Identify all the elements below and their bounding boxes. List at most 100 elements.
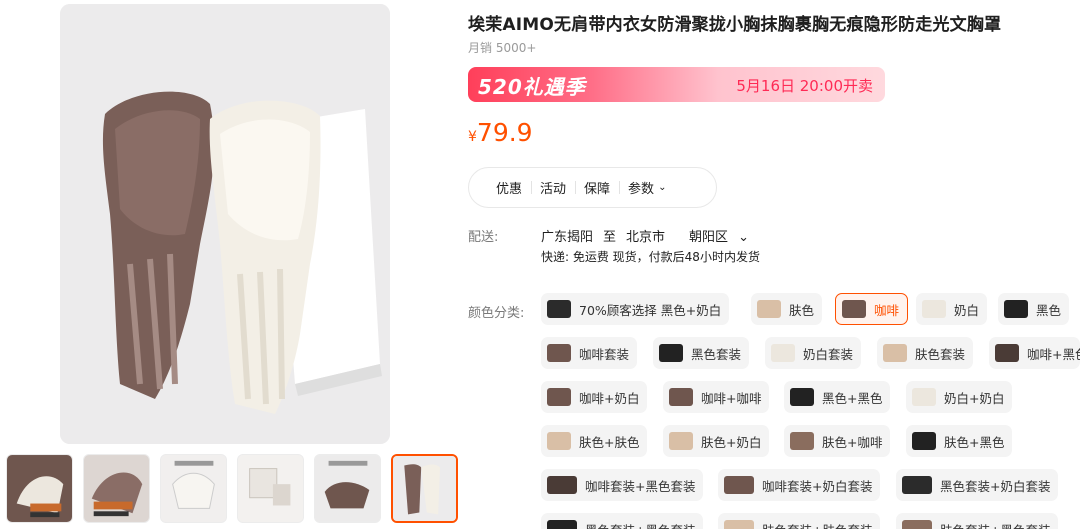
swatch-icon bbox=[912, 432, 936, 450]
ship-city: 北京市 bbox=[626, 230, 666, 245]
tab-label: 优惠 bbox=[496, 182, 523, 197]
color-option[interactable]: 奶白+奶白 bbox=[906, 381, 1013, 413]
monthly-sales: 月销 5000+ bbox=[468, 41, 537, 55]
swatch-icon bbox=[547, 300, 571, 318]
tab-label: 参数 bbox=[628, 182, 655, 197]
color-option[interactable]: 70%顾客选择 黑色+奶白 bbox=[541, 293, 730, 325]
tab-label: 保障 bbox=[584, 182, 611, 197]
option-label: 肤色套装+黑色套装 bbox=[940, 520, 1050, 529]
swatch-icon bbox=[547, 344, 571, 362]
option-label: 咖啡+黑色 bbox=[1027, 346, 1080, 362]
option-label: 咖啡套装 bbox=[579, 346, 630, 362]
swatch-icon bbox=[902, 520, 932, 529]
ship-to-word: 至 bbox=[603, 230, 617, 245]
product-info-panel: 埃茉AIMO无肩带内衣女防滑聚拢小胸抹胸裹胸无痕隐形防走光文胸罩 月销 5000… bbox=[468, 0, 1080, 529]
price: ¥79.9 bbox=[468, 118, 533, 147]
swatch-icon bbox=[922, 300, 946, 318]
option-label: 奶白 bbox=[954, 302, 980, 318]
thumbnail-strip bbox=[6, 454, 458, 524]
price-value: 79.9 bbox=[476, 118, 533, 147]
gallery-side-strip bbox=[0, 0, 56, 450]
swatch-icon bbox=[902, 476, 932, 494]
option-label: 咖啡套装+奶白套装 bbox=[762, 478, 873, 494]
swatch-icon bbox=[547, 432, 571, 450]
color-option[interactable]: 奶白套装 bbox=[765, 337, 862, 369]
color-option[interactable]: 黑色+黑色 bbox=[784, 381, 891, 413]
product-photo bbox=[60, 4, 390, 444]
color-label: 颜色分类: bbox=[468, 306, 525, 321]
promo-banner[interactable]: 520礼遇季 5月16日 20:00开卖 bbox=[468, 67, 885, 102]
thumbnail-6[interactable] bbox=[391, 454, 458, 523]
option-label: 肤色套装+肤色套装 bbox=[762, 520, 872, 529]
swatch-icon bbox=[912, 388, 936, 406]
color-option[interactable]: 咖啡+黑色 bbox=[989, 337, 1080, 369]
option-label: 黑色套装+黑色套装 bbox=[585, 520, 695, 529]
shipping-label: 配送: bbox=[468, 230, 499, 245]
color-option[interactable]: 肤色+肤色 bbox=[541, 425, 648, 457]
tab-params[interactable]: 参数 ⌄ bbox=[619, 178, 675, 197]
option-label: 肤色+黑色 bbox=[944, 434, 1005, 450]
swatch-icon bbox=[724, 520, 754, 529]
color-option[interactable]: 咖啡+咖啡 bbox=[663, 381, 770, 413]
option-label: 肤色套装 bbox=[915, 346, 966, 362]
chevron-down-icon: ⌄ bbox=[738, 230, 749, 245]
color-option[interactable]: 咖啡+奶白 bbox=[541, 381, 648, 413]
color-option[interactable]: 咖啡套装+黑色套装 bbox=[541, 469, 704, 501]
swatch-icon bbox=[547, 388, 571, 406]
color-option[interactable]: 黑色套装 bbox=[653, 337, 750, 369]
chevron-down-icon: ⌄ bbox=[658, 182, 667, 193]
option-label: 黑色+黑色 bbox=[822, 390, 883, 406]
color-option[interactable]: 咖啡套装+奶白套装 bbox=[718, 469, 881, 501]
option-label: 70%顾客选择 黑色+奶白 bbox=[579, 302, 722, 318]
option-label: 咖啡+咖啡 bbox=[701, 390, 762, 406]
tab-activities[interactable]: 活动 bbox=[531, 178, 575, 197]
info-tabs: 优惠 活动 保障 参数 ⌄ bbox=[468, 167, 717, 208]
option-label: 咖啡套装+黑色套装 bbox=[585, 478, 696, 494]
color-option[interactable]: 肤色+咖啡 bbox=[784, 425, 891, 457]
option-label: 咖啡 bbox=[874, 302, 900, 318]
thumbnail-1[interactable] bbox=[6, 454, 73, 523]
color-option[interactable]: 奶白 bbox=[916, 293, 988, 325]
color-option[interactable]: 肤色套装 bbox=[877, 337, 974, 369]
color-option[interactable]: 肤色+奶白 bbox=[663, 425, 770, 457]
swatch-icon bbox=[790, 432, 814, 450]
tab-guarantee[interactable]: 保障 bbox=[575, 178, 619, 197]
color-option-selected[interactable]: 咖啡 bbox=[835, 293, 909, 325]
color-option[interactable]: 肤色套装+肤色套装 bbox=[718, 513, 881, 529]
thumbnail-4[interactable] bbox=[237, 454, 304, 523]
product-title: 埃茉AIMO无肩带内衣女防滑聚拢小胸抹胸裹胸无痕隐形防走光文胸罩 bbox=[468, 15, 1002, 35]
main-product-image[interactable] bbox=[60, 4, 390, 444]
swatch-icon bbox=[790, 388, 814, 406]
swatch-icon bbox=[724, 476, 754, 494]
color-option[interactable]: 肤色 bbox=[751, 293, 823, 325]
swatch-icon bbox=[757, 300, 781, 318]
shipping-route[interactable]: 广东揭阳至北京市 朝阳区 ⌄ bbox=[541, 226, 759, 245]
option-label: 肤色+奶白 bbox=[701, 434, 762, 450]
swatch-icon bbox=[883, 344, 907, 362]
option-label: 肤色+肤色 bbox=[579, 434, 640, 450]
option-label: 肤色+咖啡 bbox=[822, 434, 883, 450]
option-label: 奶白+奶白 bbox=[944, 390, 1005, 406]
swatch-icon bbox=[771, 344, 795, 362]
color-option[interactable]: 肤色+黑色 bbox=[906, 425, 1013, 457]
thumbnail-2[interactable] bbox=[83, 454, 150, 523]
swatch-icon bbox=[547, 520, 577, 529]
option-label: 黑色 bbox=[1036, 302, 1062, 318]
tab-discounts[interactable]: 优惠 bbox=[487, 178, 531, 197]
color-option[interactable]: 黑色套装+黑色套装 bbox=[541, 513, 704, 529]
promo-name: 520礼遇季 bbox=[478, 75, 586, 99]
option-label: 肤色 bbox=[789, 302, 815, 318]
color-option[interactable]: 咖啡套装 bbox=[541, 337, 638, 369]
tab-label: 活动 bbox=[540, 182, 567, 197]
swatch-icon bbox=[547, 476, 577, 494]
swatch-icon bbox=[1004, 300, 1028, 318]
thumbnail-3[interactable] bbox=[160, 454, 227, 523]
swatch-icon bbox=[842, 300, 866, 318]
thumbnail-5[interactable] bbox=[314, 454, 381, 523]
color-option[interactable]: 黑色 bbox=[998, 293, 1070, 325]
color-option[interactable]: 黑色套装+奶白套装 bbox=[896, 469, 1059, 501]
color-option[interactable]: 肤色套装+黑色套装 bbox=[896, 513, 1059, 529]
swatch-icon bbox=[659, 344, 683, 362]
swatch-icon bbox=[669, 432, 693, 450]
shipping-detail: 快递: 免运费 现货，付款后48小时内发货 bbox=[541, 250, 760, 264]
